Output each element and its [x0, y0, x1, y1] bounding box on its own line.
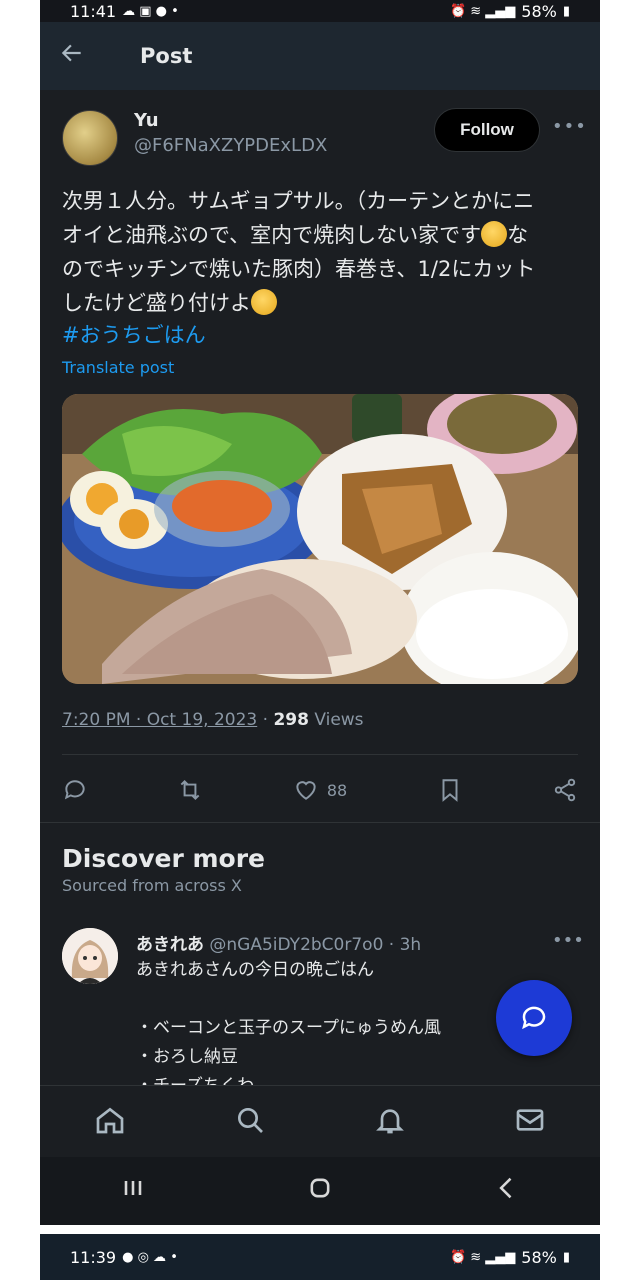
back-button[interactable]: [40, 40, 104, 73]
recommended-more-icon[interactable]: •••: [552, 930, 584, 951]
mail-icon: [516, 1108, 544, 1131]
bookmark-icon: [442, 779, 458, 802]
translate-post-link[interactable]: Translate post: [62, 358, 174, 377]
discover-more-subtitle: Sourced from across X: [62, 876, 242, 895]
more-options-icon[interactable]: •••: [552, 116, 587, 137]
back-system-button[interactable]: [493, 1174, 521, 1209]
views-count: 298: [273, 710, 309, 730]
food-photo-image: [62, 394, 578, 684]
post-text-line: オイと油飛ぶので、室内で焼肉しない家です な: [62, 218, 582, 252]
home-circle-icon: [310, 1178, 330, 1197]
battery-icon: ▮: [562, 3, 570, 19]
search-icon: [238, 1107, 263, 1133]
alarm-wifi-signal-icons: ⏰ ≋ ▂▄▆: [449, 1249, 516, 1265]
recommended-line: ・おろし納豆: [136, 1047, 238, 1067]
status-time: 11:39: [70, 1247, 117, 1267]
home-icon: [96, 1107, 124, 1133]
nav-messages[interactable]: [514, 1104, 546, 1140]
post-text-segment: したけど盛り付けよ: [62, 291, 251, 315]
author-name[interactable]: Yu: [134, 110, 327, 131]
recommended-header: あきれあ @nGA5iDY2bC0r7o0 · 3h: [136, 930, 421, 955]
bottom-navigation: [40, 1085, 600, 1157]
hashtag-link[interactable]: #おうちごはん: [62, 319, 206, 349]
repost-icon: [181, 779, 200, 801]
recent-apps-icon: [125, 1180, 142, 1195]
share-icon: [554, 778, 576, 802]
recommended-handle-time: @nGA5iDY2bC0r7o0 · 3h: [209, 935, 422, 955]
battery-level: 58%: [521, 1247, 557, 1267]
post-meta: 7:20 PM · Oct 19, 2023 · 298 Views: [62, 710, 364, 730]
status-time: 11:41: [70, 1, 117, 21]
recommended-line: ・ベーコンと玉子のスープにゅうめん風: [136, 1018, 441, 1038]
phone-screen-bottom: 11:39 ● ◎ ☁ • ⏰ ≋ ▂▄▆ 58% ▮: [40, 1234, 600, 1280]
like-count: 88: [326, 780, 348, 800]
post-author[interactable]: Yu @F6FNaXZYPDExLDX: [62, 110, 327, 166]
post-text-line: 次男１人分。サムギョプサル。（カーテンとかにニ: [62, 189, 535, 213]
phone-screen-top: 11:41 ☁ ▣ ● • ⏰ ≋ ▂▄▆ 58% ▮ Post Yu @F6F…: [40, 0, 600, 1225]
recommended-avatar[interactable]: [62, 928, 118, 984]
notification-icons: ● ◎ ☁ •: [122, 1249, 178, 1265]
post-photo[interactable]: [62, 394, 578, 684]
alarm-wifi-signal-icons: ⏰ ≋ ▂▄▆: [449, 3, 516, 19]
reply-button[interactable]: [62, 777, 88, 803]
bookmark-button[interactable]: [437, 777, 463, 803]
discover-more-title: Discover more: [62, 844, 265, 873]
reply-icon: [64, 780, 85, 800]
sweat-smile-emoji-icon: [251, 289, 277, 315]
battery-level: 58%: [521, 1, 557, 21]
system-navigation-bar: [40, 1157, 600, 1225]
bell-icon: [376, 1108, 404, 1133]
status-bar: 11:41 ☁ ▣ ● • ⏰ ≋ ▂▄▆ 58% ▮: [40, 0, 600, 22]
notification-icons: ☁ ▣ ● •: [122, 3, 179, 19]
nav-search[interactable]: [234, 1104, 266, 1140]
chevron-left-icon: [498, 1177, 512, 1198]
compose-button[interactable]: [496, 980, 572, 1056]
post-text: 次男１人分。サムギョプサル。（カーテンとかにニ オイと油飛ぶので、室内で焼肉しな…: [62, 184, 582, 320]
divider: [62, 754, 578, 755]
status-bar: 11:39 ● ◎ ☁ • ⏰ ≋ ▂▄▆ 58% ▮: [40, 1244, 600, 1270]
page-title: Post: [140, 44, 193, 68]
views-label: Views: [314, 710, 364, 730]
repost-button[interactable]: [177, 777, 203, 803]
home-system-button[interactable]: [306, 1174, 334, 1209]
heart-icon: [296, 781, 316, 800]
nav-home[interactable]: [94, 1104, 126, 1140]
post-text-line: したけど盛り付けよ: [62, 286, 582, 320]
follow-button[interactable]: Follow: [434, 108, 540, 152]
arrow-left-icon: [61, 44, 81, 61]
nav-notifications[interactable]: [374, 1104, 406, 1140]
post-text-segment: オイと油飛ぶので、室内で焼肉しない家です: [62, 223, 482, 247]
divider: [40, 822, 600, 823]
anime-girl-avatar-image: [62, 928, 118, 984]
author-avatar[interactable]: [62, 110, 118, 166]
share-button[interactable]: [552, 777, 578, 803]
like-button[interactable]: 88: [293, 777, 347, 803]
recommended-text: あきれあさんの今日の晩ごはん ・ベーコンと玉子のスープにゅうめん風 ・おろし納豆…: [136, 956, 441, 1101]
post-text-line: のでキッチンで焼いた豚肉）春巻き、1/2にカット: [62, 257, 536, 281]
post-text-segment: な: [507, 223, 529, 247]
post-header: Post: [40, 22, 600, 90]
post-timestamp[interactable]: 7:20 PM · Oct 19, 2023: [62, 710, 257, 730]
battery-icon: ▮: [562, 1249, 570, 1265]
recent-apps-button[interactable]: [119, 1174, 147, 1209]
worried-face-emoji-icon: [481, 221, 508, 247]
post-actions: 88: [62, 770, 578, 810]
recommended-line: あきれあさんの今日の晩ごはん: [136, 960, 374, 980]
post-detail: Yu @F6FNaXZYPDExLDX Follow ••• 次男１人分。サムギ…: [40, 90, 600, 1096]
compose-icon: [522, 1006, 546, 1030]
recommended-author-name[interactable]: あきれあ: [136, 935, 204, 955]
meta-separator: ·: [262, 710, 274, 730]
author-handle[interactable]: @F6FNaXZYPDExLDX: [134, 135, 327, 156]
